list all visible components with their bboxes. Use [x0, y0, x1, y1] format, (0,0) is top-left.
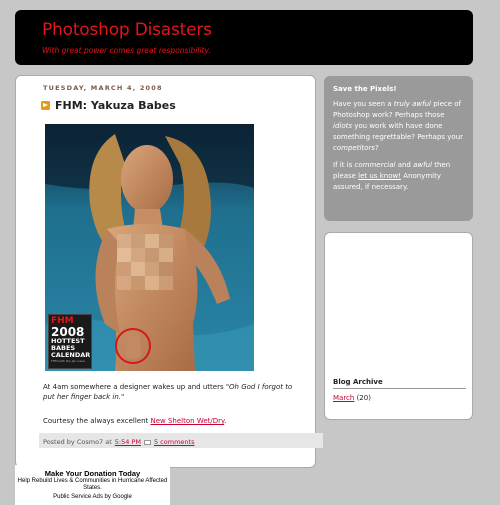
- let-us-know-link[interactable]: let us know!: [358, 172, 401, 180]
- save-p2-em-2: awful: [413, 161, 432, 169]
- save-text-1: Have you seen a: [333, 100, 394, 108]
- cover-small-print: FHM with the Jan issue: [51, 359, 86, 363]
- save-p2-b: and: [395, 161, 414, 169]
- posted-by-text: Posted by Cosmo7 at: [43, 438, 112, 446]
- save-em-3: competitors: [333, 144, 375, 152]
- post-image: FHM 2008 HOTTEST BABES CALENDAR FHM with…: [45, 124, 254, 371]
- archive-month-link[interactable]: March: [333, 394, 354, 402]
- archive-count: (20): [354, 394, 371, 402]
- rss-arrow-icon: [41, 101, 50, 110]
- post-date: TUESDAY, MARCH 4, 2008: [43, 84, 163, 92]
- post-title-row: FHM: Yakuza Babes: [41, 99, 176, 112]
- ad-attribution[interactable]: Public Service Ads by Google: [15, 494, 170, 500]
- courtesy-link[interactable]: New Shelton Wet/Dry: [151, 417, 225, 425]
- post-container: TUESDAY, MARCH 4, 2008 FHM: Yakuza Babes: [15, 75, 323, 468]
- archive-entry: March (20): [333, 394, 371, 402]
- save-text-4: ?: [374, 144, 379, 152]
- post-footer: Posted by Cosmo7 at 5:54 PM 5 comments: [39, 433, 323, 448]
- save-text-3: you work with have done something regret…: [333, 122, 464, 141]
- save-pixels-heading: Save the Pixels!: [333, 85, 397, 93]
- blog-header: Photoshop Disasters With great power com…: [15, 10, 473, 65]
- comments-link[interactable]: 5 comments: [154, 438, 194, 446]
- blog-archive-widget: Blog Archive March (20): [324, 232, 473, 420]
- courtesy-suffix: .: [224, 417, 227, 425]
- post-body: At 4am somewhere a designer wakes up and…: [43, 382, 303, 402]
- blog-title[interactable]: Photoshop Disasters: [42, 20, 212, 40]
- courtesy-text: Courtesy the always excellent: [43, 417, 151, 425]
- cover-line-3: CALENDAR: [51, 351, 91, 359]
- save-p2-em-1: commercial: [354, 161, 396, 169]
- save-p2-a: If it is: [333, 161, 355, 169]
- blog-tagline: With great power comes great responsibil…: [42, 46, 211, 55]
- post-title[interactable]: FHM: Yakuza Babes: [55, 99, 176, 112]
- save-pixels-widget: Save the Pixels! Have you seen a truly a…: [324, 76, 473, 221]
- save-em-2: idiots: [333, 122, 353, 130]
- save-pixels-paragraph-1: Have you seen a truly awful piece of Pho…: [333, 99, 464, 154]
- email-post-icon[interactable]: [143, 439, 151, 445]
- post-time-link[interactable]: 5:54 PM: [115, 438, 141, 446]
- blog-archive-heading: Blog Archive: [333, 378, 466, 389]
- save-pixels-paragraph-2: If it is commercial and awful then pleas…: [333, 160, 464, 193]
- ad-title[interactable]: Make Your Donation Today: [15, 469, 170, 478]
- save-em-1: truly awful: [393, 100, 431, 108]
- post-courtesy: Courtesy the always excellent New Shelto…: [43, 417, 226, 425]
- google-ad[interactable]: Make Your Donation Today Help Rebuild Li…: [15, 465, 170, 505]
- magazine-cover-logo: FHM 2008 HOTTEST BABES CALENDAR FHM with…: [48, 314, 92, 369]
- post-body-text: At 4am somewhere a designer wakes up and…: [43, 383, 226, 391]
- ad-body: Help Rebuild Lives & Communities in Hurr…: [17, 478, 168, 491]
